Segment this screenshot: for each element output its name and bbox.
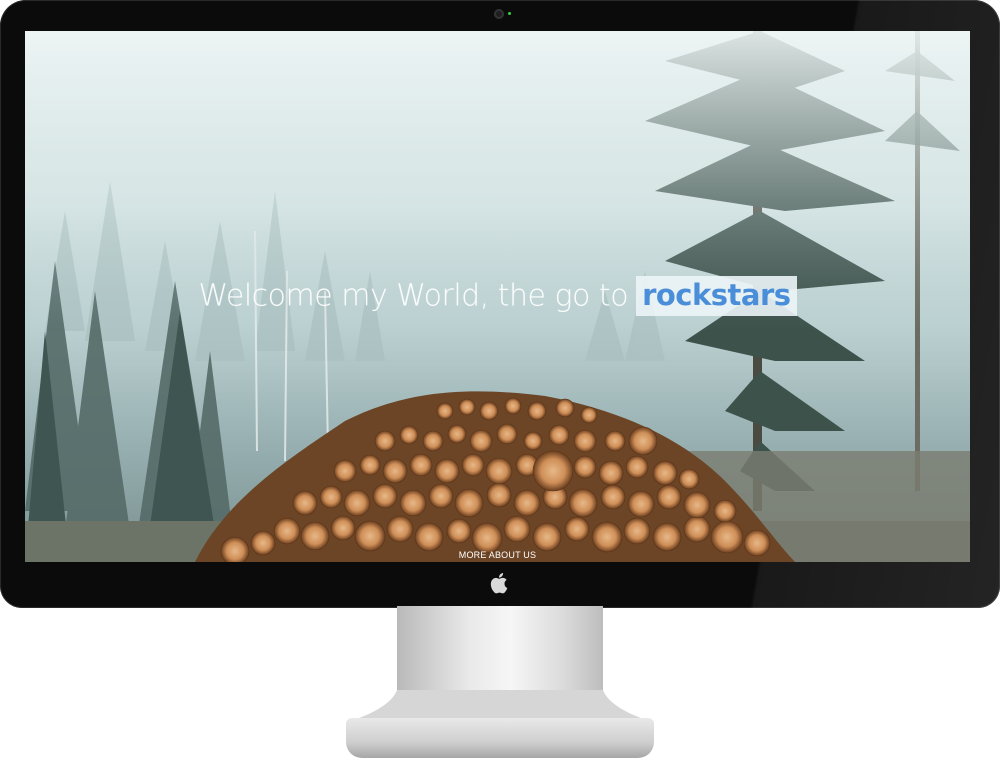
hero-text: Welcome my World, the go to <box>198 278 629 314</box>
camera-icon <box>494 9 504 19</box>
hero-headline: Welcome my World, the go to rockstars <box>25 276 970 316</box>
apple-logo-icon <box>490 573 508 594</box>
camera-led-icon <box>508 12 511 15</box>
monitor-stand-foot <box>346 718 654 758</box>
hero-highlight: rockstars <box>636 276 797 316</box>
more-about-us-link[interactable]: MORE ABOUT US <box>25 550 970 560</box>
monitor-mockup: Welcome my World, the go to rockstars MOR… <box>0 0 1000 762</box>
screen: Welcome my World, the go to rockstars MOR… <box>25 31 970 562</box>
